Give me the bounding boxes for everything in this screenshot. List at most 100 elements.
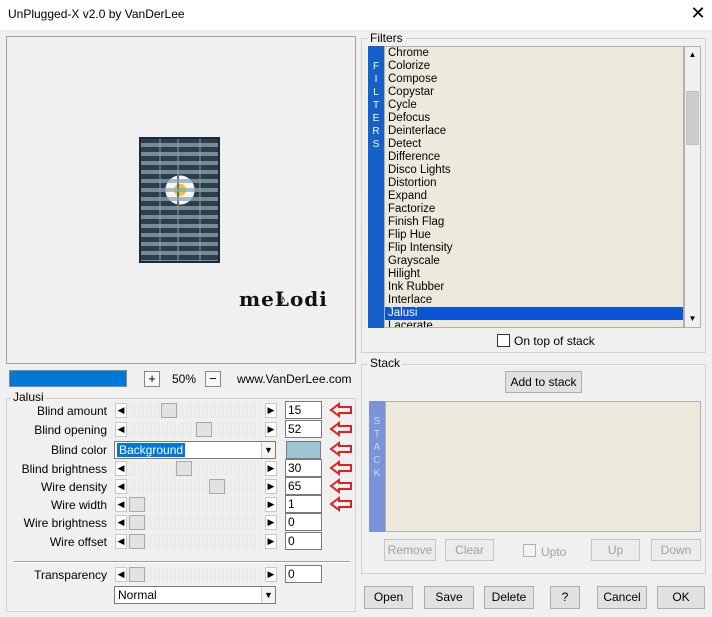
scrollbar-thumb[interactable] [686,91,699,145]
list-item[interactable]: Grayscale [385,255,683,268]
blind-amount-slider[interactable]: ◀ ▶ [115,402,277,419]
arrow-left-icon[interactable]: ◀ [115,497,127,512]
list-item[interactable]: Jalusi [385,307,683,320]
list-item[interactable]: Hilight [385,268,683,281]
filters-list[interactable]: Chrome Colorize Compose Copystar Cycle Defocu… [384,46,684,328]
help-button[interactable]: ? [550,586,580,609]
arrow-right-icon[interactable]: ▶ [265,403,277,418]
blind-slat [141,251,218,255]
wire-width-slider[interactable]: ◀ ▶ [115,496,277,513]
list-item[interactable]: Chrome [385,47,683,60]
wire-density-slider[interactable]: ◀ ▶ [115,478,277,495]
zoom-out-button[interactable]: − [205,371,221,387]
save-button[interactable]: Save [424,586,474,609]
wire-density-value[interactable]: 65 [285,477,322,495]
list-item[interactable]: Flip Intensity [385,242,683,255]
arrow-left-icon[interactable]: ◀ [115,515,127,530]
wire-brightness-slider[interactable]: ◀ ▶ [115,514,277,531]
slider-thumb[interactable] [161,403,177,418]
arrow-left-icon[interactable]: ◀ [115,479,127,494]
blind-amount-value[interactable]: 15 [285,401,322,419]
list-item[interactable]: Cycle [385,99,683,112]
delete-button[interactable]: Delete [484,586,534,609]
slider-thumb[interactable] [129,515,145,530]
arrow-right-icon[interactable]: ▶ [265,497,277,512]
list-item[interactable]: Ink Rubber [385,281,683,294]
list-item[interactable]: Expand [385,190,683,203]
stack-remove-button[interactable]: Remove [384,539,436,561]
transparency-slider[interactable]: ◀ ▶ [115,566,277,583]
stack-list[interactable] [385,401,701,532]
open-button[interactable]: Open [364,586,413,609]
scroll-down-icon[interactable]: ▼ [685,311,700,326]
slider-thumb[interactable] [129,534,145,549]
arrow-left-icon[interactable]: ◀ [115,567,127,582]
arrow-right-icon[interactable]: ▶ [265,461,277,476]
filters-scrollbar[interactable]: ▲ ▼ [684,46,701,328]
list-item[interactable]: Interlace [385,294,683,307]
slider-thumb[interactable] [129,497,145,512]
wire-width-value[interactable]: 1 [285,495,322,513]
slider-thumb[interactable] [196,422,212,437]
add-to-stack-button[interactable]: Add to stack [505,371,582,393]
arrow-left-icon[interactable]: ◀ [115,403,127,418]
arrow-right-icon[interactable]: ▶ [265,515,277,530]
slider-track[interactable] [129,461,263,476]
list-item[interactable]: Distortion [385,177,683,190]
blind-brightness-value[interactable]: 30 [285,459,322,477]
wire-offset-value[interactable]: 0 [285,532,322,550]
list-item[interactable]: Flip Hue [385,229,683,242]
blend-mode-select[interactable]: Normal ▼ [114,586,276,604]
list-item[interactable]: Finish Flag [385,216,683,229]
arrow-right-icon[interactable]: ▶ [265,422,277,437]
stack-up-button[interactable]: Up [591,539,640,561]
list-item[interactable]: Factorize [385,203,683,216]
blind-brightness-slider[interactable]: ◀ ▶ [115,460,277,477]
list-item[interactable]: Difference [385,151,683,164]
arrow-right-icon[interactable]: ▶ [265,534,277,549]
blind-opening-value[interactable]: 52 [285,420,322,438]
slider-track[interactable] [129,403,263,418]
slider-track[interactable] [129,479,263,494]
list-item[interactable]: Lacerate [385,320,683,327]
wire-offset-slider[interactable]: ◀ ▶ [115,533,277,550]
ok-button[interactable]: OK [657,586,705,609]
list-item[interactable]: Disco Lights [385,164,683,177]
close-icon[interactable]: ✕ [688,4,708,24]
stack-clear-button[interactable]: Clear [445,539,494,561]
arrow-left-icon[interactable]: ◀ [115,461,127,476]
blind-opening-slider[interactable]: ◀ ▶ [115,421,277,438]
list-item[interactable]: Detect [385,138,683,151]
filters-group-title: Filters [368,31,405,45]
arrow-right-icon[interactable]: ▶ [265,479,277,494]
blind-color-swatch[interactable] [286,441,321,459]
upto-checkbox[interactable] [523,544,536,557]
blind-slat [141,224,218,228]
on-top-of-stack-checkbox[interactable] [497,334,510,347]
slider-thumb[interactable] [209,479,225,494]
blind-color-select[interactable]: Background ▼ [114,441,276,459]
slider-track[interactable] [129,515,263,530]
list-item[interactable]: Defocus [385,112,683,125]
preview-area[interactable]: meLodi ♪ [6,36,356,364]
list-item[interactable]: Deinterlace [385,125,683,138]
arrow-left-icon[interactable]: ◀ [115,422,127,437]
zoom-in-button[interactable]: + [144,371,160,387]
arrow-left-icon[interactable]: ◀ [115,534,127,549]
list-item[interactable]: Colorize [385,60,683,73]
transparency-value[interactable]: 0 [285,565,322,583]
cancel-button[interactable]: Cancel [597,586,647,609]
scroll-up-icon[interactable]: ▲ [685,47,700,62]
slider-track[interactable] [129,534,263,549]
slider-thumb[interactable] [176,461,192,476]
slider-track[interactable] [129,497,263,512]
zoom-level: 50% [172,372,197,386]
slider-track[interactable] [129,567,263,582]
list-item[interactable]: Compose [385,73,683,86]
slider-thumb[interactable] [129,567,145,582]
wire-brightness-value[interactable]: 0 [285,513,322,531]
list-item[interactable]: Copystar [385,86,683,99]
stack-down-button[interactable]: Down [651,539,701,561]
website-link[interactable]: www.VanDerLee.com [237,372,352,386]
arrow-right-icon[interactable]: ▶ [265,567,277,582]
